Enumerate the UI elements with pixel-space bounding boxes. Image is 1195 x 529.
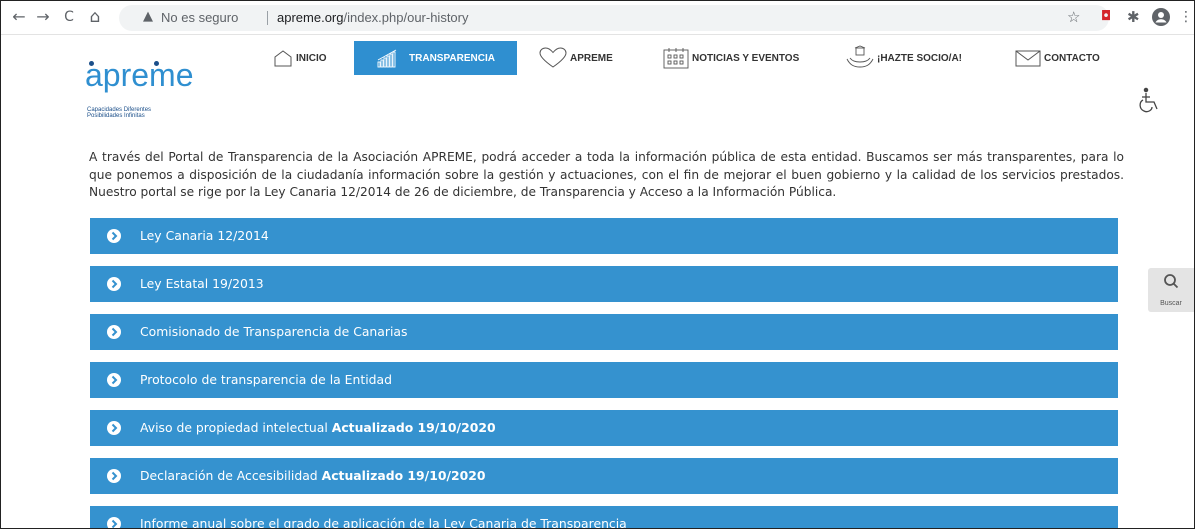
accordion-item[interactable]: Protocolo de transparencia de la Entidad <box>90 362 1118 398</box>
site-logo[interactable]: apreme Capacidades Diferentes Posibilida… <box>85 51 215 131</box>
extensions-puzzle-icon[interactable]: ✱ <box>1127 8 1140 26</box>
search-label: Buscar <box>1160 300 1182 307</box>
search-icon <box>1164 274 1179 289</box>
accordion-label-text: Comisionado de Transparencia de Canarias <box>140 324 408 339</box>
menu-label: INICIO <box>296 52 327 64</box>
hands-icon <box>846 45 874 68</box>
menu-label: ¡HAZTE SOCIO/A! <box>877 52 962 64</box>
accordion-label-text: Protocolo de transparencia de la Entidad <box>140 372 392 387</box>
house-icon <box>274 50 292 67</box>
accordion-label-text: Aviso de propiedad intelectual <box>140 420 332 435</box>
accordion-label-bold: Actualizado 19/10/2020 <box>331 420 496 435</box>
chevron-right-circle-icon <box>107 325 121 339</box>
accordion-item[interactable]: Declaración de Accesibilidad Actualizado… <box>90 458 1118 494</box>
chevron-right-circle-icon <box>107 469 121 483</box>
accordion-label-text: Ley Canaria 12/2014 <box>140 228 269 243</box>
url-path: /index.php/our-history <box>343 10 469 25</box>
menu-label: TRANSPARENCIA <box>409 52 495 64</box>
browser-toolbar: ← → C ⌂ ▲ No es seguro apreme.org/index.… <box>1 1 1194 35</box>
accordion-item[interactable]: Comisionado de Transparencia de Canarias <box>90 314 1118 350</box>
mail-icon <box>1015 50 1041 67</box>
chevron-right-circle-icon <box>107 277 121 291</box>
address-bar[interactable]: ▲ No es seguro apreme.org/index.php/our-… <box>119 5 1109 31</box>
logo-tagline: Capacidades Diferentes Posibilidades Inf… <box>87 107 151 119</box>
home-button[interactable]: ⌂ <box>85 7 105 27</box>
accordion-label: Ley Estatal 19/2013 <box>140 276 264 291</box>
accordion-label: Aviso de propiedad intelectual Actualiza… <box>140 420 496 435</box>
menu-item-apreme[interactable]: APREME <box>539 41 629 75</box>
logo-tagline-line-2: Posibilidades Infinitas <box>87 113 145 119</box>
intro-paragraph: A través del Portal de Transparencia de … <box>89 150 1124 199</box>
accordion-label: Declaración de Accesibilidad Actualizado… <box>140 468 485 483</box>
menu-item-inicio[interactable]: INICIO <box>273 41 345 75</box>
menu-label: APREME <box>570 52 613 64</box>
accordion-label-text: Ley Estatal 19/2013 <box>140 276 264 291</box>
accordion-label-text: Declaración de Accesibilidad <box>140 468 322 483</box>
url-text[interactable]: apreme.org/index.php/our-history <box>277 10 469 25</box>
menu-item-noticias-y-eventos[interactable]: NOTICIAS Y EVENTOS <box>663 41 813 75</box>
accordion-label: Informe anual sobre el grado de aplicaci… <box>140 516 627 529</box>
bookmark-star-icon[interactable]: ☆ <box>1067 8 1080 26</box>
menu-label: NOTICIAS Y EVENTOS <box>692 52 800 64</box>
browser-window: ← → C ⌂ ▲ No es seguro apreme.org/index.… <box>0 0 1195 529</box>
accordion-label-bold: Actualizado 19/10/2020 <box>321 468 486 483</box>
bar-chart-icon <box>377 49 397 68</box>
chevron-right-circle-icon <box>107 517 121 528</box>
chevron-right-circle-icon <box>107 373 121 387</box>
separator <box>267 11 268 25</box>
heart-icon <box>539 47 567 68</box>
chevron-right-circle-icon <box>107 421 121 435</box>
pocket-extension-icon[interactable]: ◘ <box>1101 8 1111 26</box>
url-domain: apreme.org <box>277 10 344 25</box>
calendar-icon <box>663 48 689 69</box>
chevron-right-circle-icon <box>107 229 121 243</box>
accordion-label: Comisionado de Transparencia de Canarias <box>140 324 407 339</box>
menu-item-contacto[interactable]: CONTACTO <box>1015 41 1115 75</box>
browser-menu-icon[interactable]: ⋮ <box>1179 8 1193 26</box>
security-status[interactable]: No es seguro <box>161 10 238 25</box>
forward-button[interactable]: → <box>33 7 53 27</box>
search-button[interactable]: Buscar <box>1148 268 1194 312</box>
accordion-item[interactable]: Ley Estatal 19/2013 <box>90 266 1118 302</box>
accordion-item[interactable]: Informe anual sobre el grado de aplicaci… <box>90 506 1118 529</box>
accordion-label-text: Informe anual sobre el grado de aplicaci… <box>140 516 627 529</box>
accessibility-icon[interactable] <box>1137 87 1161 115</box>
warning-icon[interactable]: ▲ <box>143 9 153 24</box>
accordion-label: Protocolo de transparencia de la Entidad <box>140 372 392 387</box>
menu-item-hazte-socio[interactable]: ¡HAZTE SOCIO/A! <box>846 41 986 75</box>
profile-avatar-icon[interactable] <box>1152 8 1170 26</box>
menu-label: CONTACTO <box>1044 52 1100 64</box>
accordion-label: Ley Canaria 12/2014 <box>140 228 269 243</box>
accordion-item[interactable]: Aviso de propiedad intelectual Actualiza… <box>90 410 1118 446</box>
menu-item-transparencia[interactable]: TRANSPARENCIA <box>354 41 517 75</box>
back-button[interactable]: ← <box>9 7 29 27</box>
reload-button[interactable]: C <box>59 7 79 27</box>
logo-text: apreme <box>85 57 194 93</box>
accordion-item[interactable]: Ley Canaria 12/2014 <box>90 218 1118 254</box>
